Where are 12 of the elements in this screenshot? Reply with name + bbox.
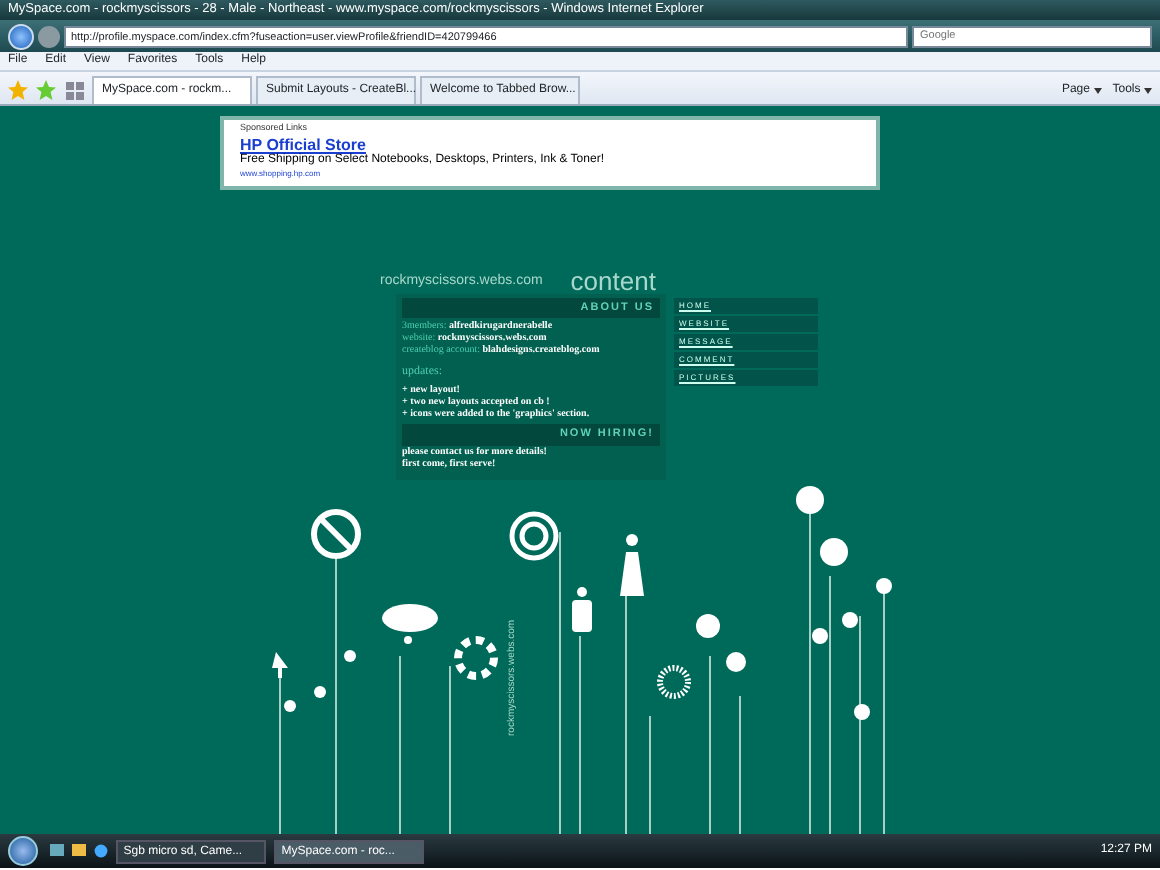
ad-link[interactable]: HP Official Store (240, 135, 860, 154)
caret-icon (1093, 88, 1102, 95)
caret-icon (1144, 88, 1152, 95)
desktop-icon[interactable] (49, 844, 64, 858)
grid-icon[interactable] (66, 82, 85, 101)
browser-icon[interactable] (93, 844, 108, 858)
start-button[interactable] (8, 836, 38, 866)
content-heading: content (570, 269, 656, 294)
folder-icon[interactable] (71, 844, 86, 858)
back-button[interactable] (8, 23, 34, 49)
forward-button[interactable] (37, 25, 60, 47)
star-icon[interactable] (8, 80, 28, 101)
